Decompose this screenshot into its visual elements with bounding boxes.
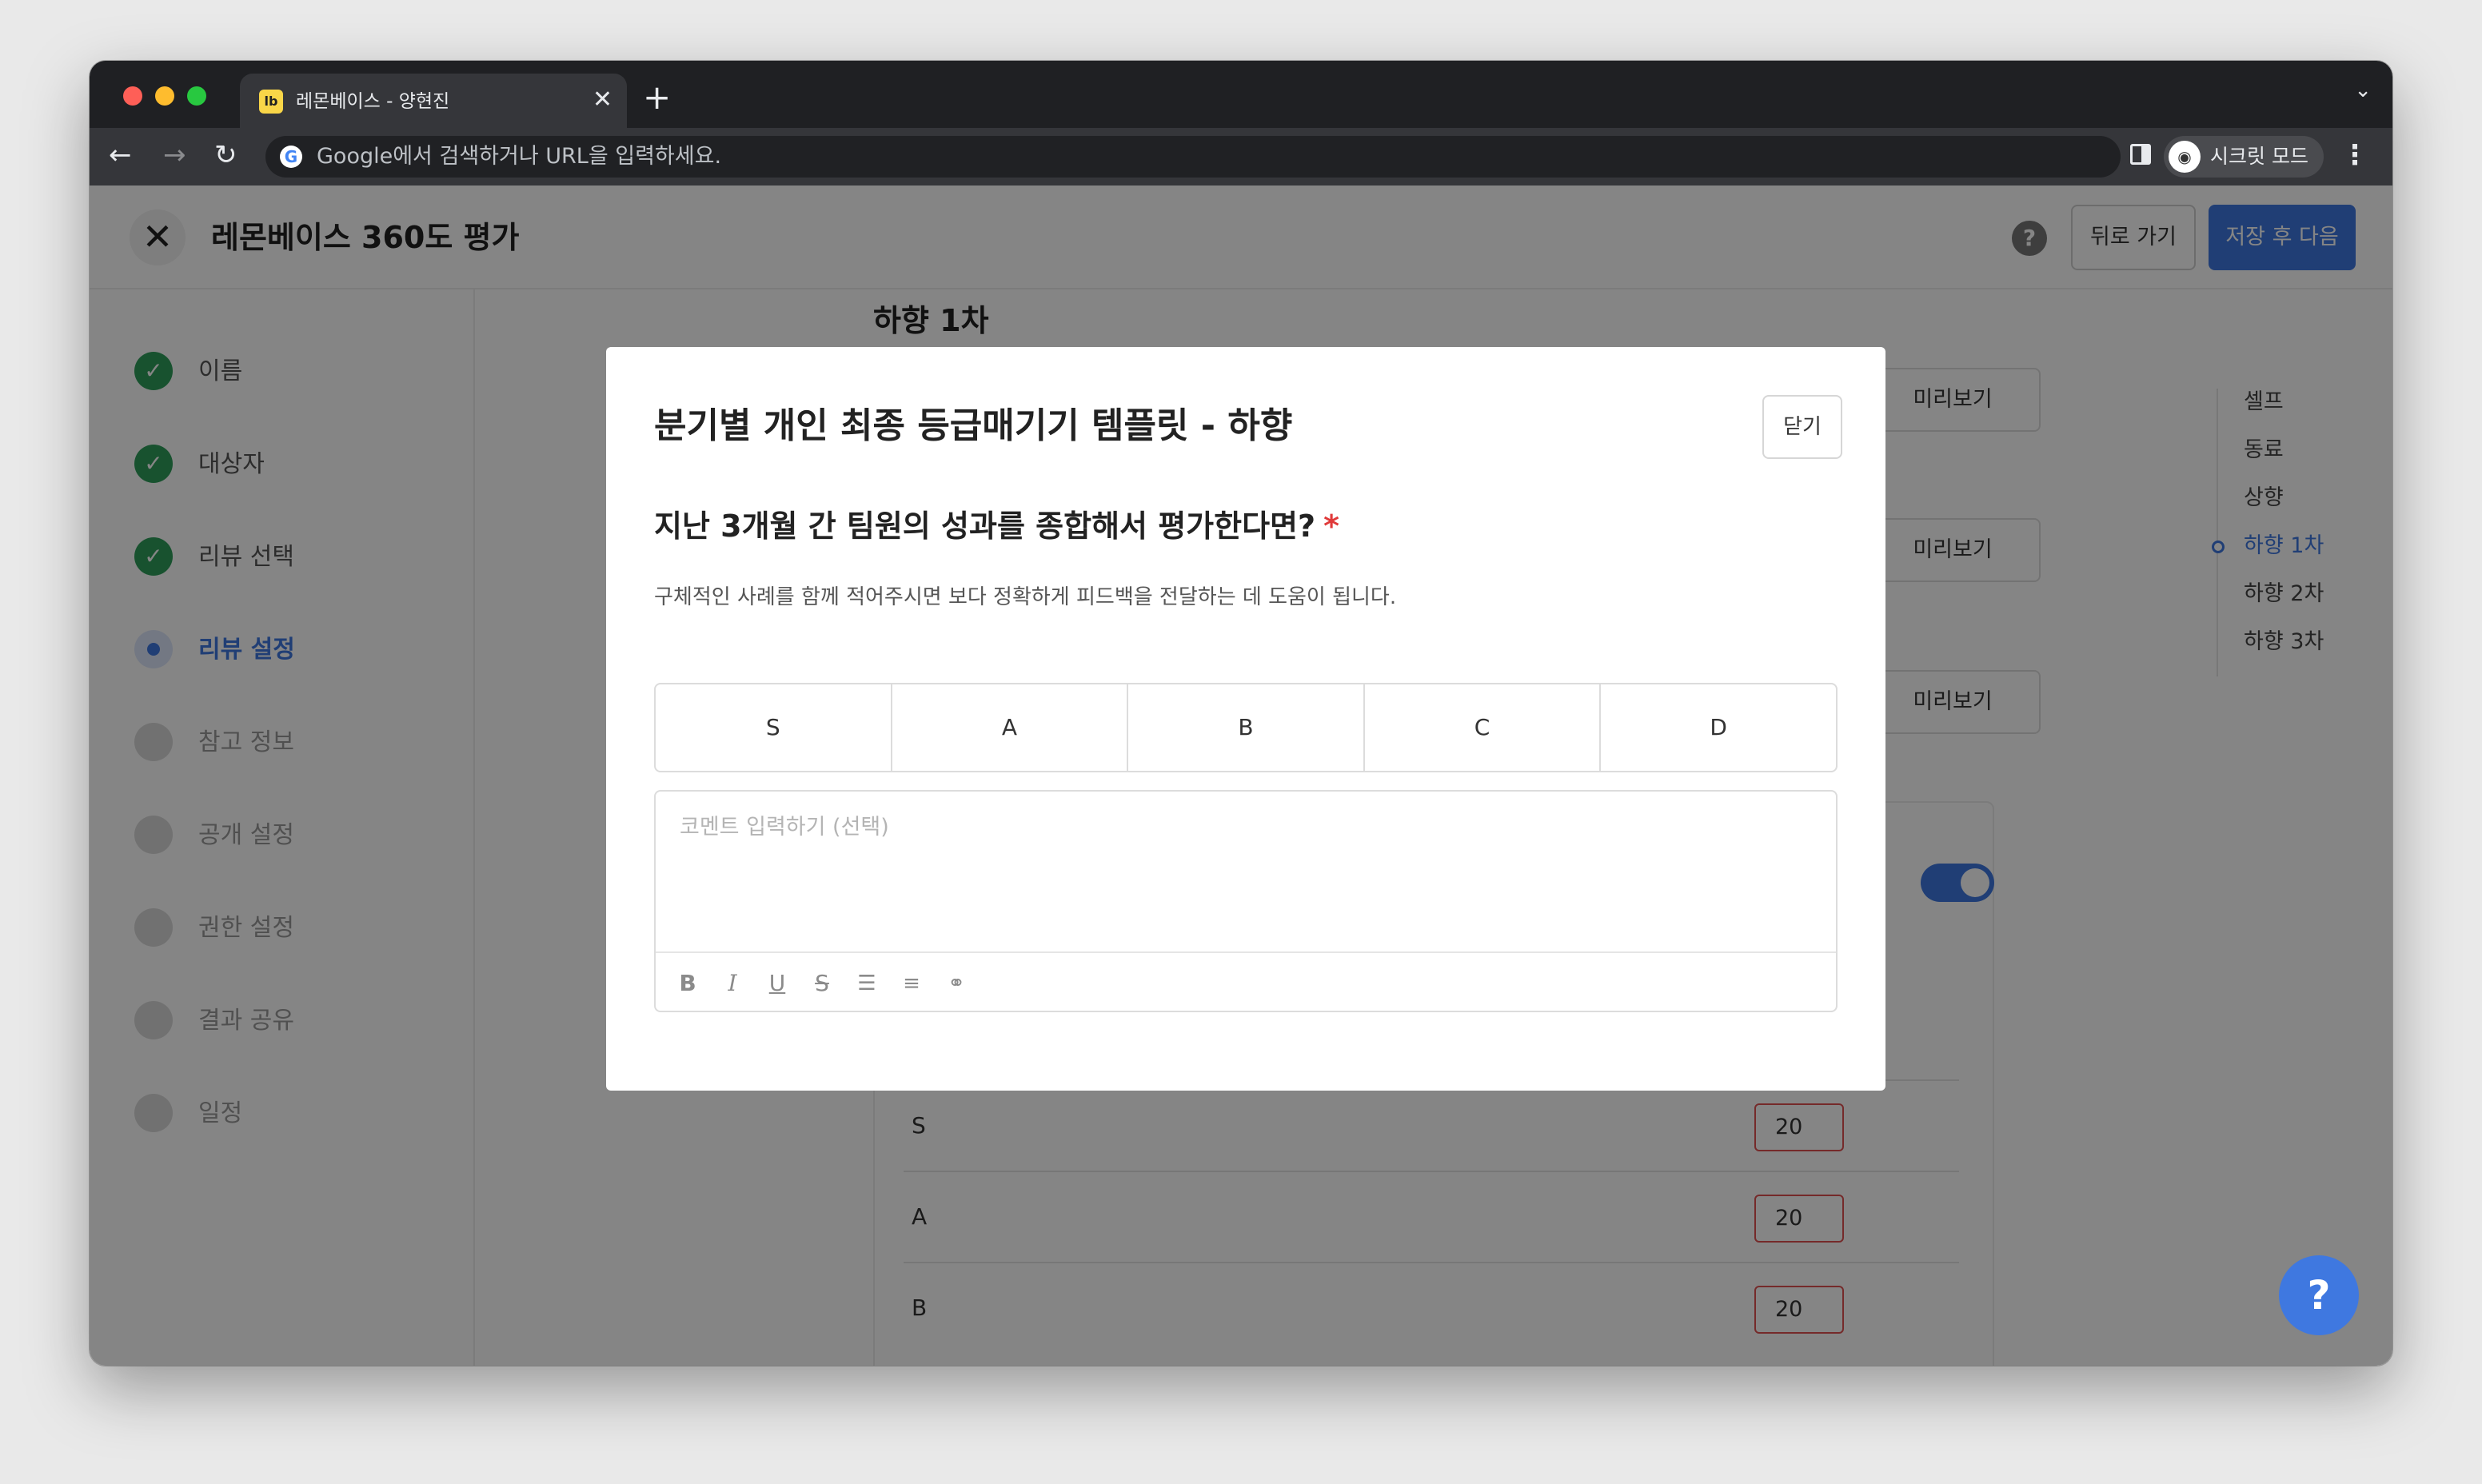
grade-option[interactable]: B [1128,684,1365,771]
grade-option[interactable]: D [1601,684,1836,771]
comment-placeholder: 코멘트 입력하기 (선택) [680,815,889,840]
strikethrough-icon[interactable]: S [806,967,838,999]
browser-window: lb 레몬베이스 - 양현진 ✕ + ⌄ ← → ↻ G Google에서 검색… [90,61,2392,1366]
bold-icon[interactable]: B [672,967,704,999]
more-menu-icon[interactable]: ⋮ [2341,138,2368,173]
lemonbase-favicon-icon: lb [259,90,283,114]
tab-close-icon[interactable]: ✕ [593,86,613,114]
grade-option[interactable]: S [656,684,892,771]
close-window-button[interactable] [123,86,142,106]
incognito-icon: ◉ [2169,141,2201,173]
editor-toolbar: B I U S ☰ ≡ ⚭ [656,951,1836,1012]
chevron-down-icon[interactable]: ⌄ [2354,78,2372,102]
grade-option[interactable]: C [1365,684,1602,771]
address-bar[interactable]: G Google에서 검색하거나 URL을 입력하세요. [265,136,2121,178]
address-bar-placeholder: Google에서 검색하거나 URL을 입력하세요. [317,144,722,169]
google-icon: G [280,146,302,168]
bullet-list-icon[interactable]: ≡ [896,967,928,999]
grade-option[interactable]: A [892,684,1129,771]
question-title: 지난 3개월 간 팀원의 성과를 종합해서 평가한다면? * [654,507,1339,545]
italic-icon[interactable]: I [716,967,748,999]
new-tab-icon[interactable]: + [643,81,671,114]
maximize-window-button[interactable] [187,86,206,106]
grade-options: S A B C D [654,683,1838,772]
modal-close-button[interactable]: 닫기 [1762,395,1842,459]
side-panel-icon[interactable] [2130,144,2151,165]
tab-title: 레몬베이스 - 양현진 [296,91,450,112]
incognito-label: 시크릿 모드 [2210,145,2308,168]
comment-editor[interactable]: 코멘트 입력하기 (선택) B I U S ☰ ≡ ⚭ [654,790,1838,1012]
forward-arrow-icon[interactable]: → [163,139,186,171]
browser-toolbar: ← → ↻ G Google에서 검색하거나 URL을 입력하세요. ◉ 시크릿… [90,128,2392,186]
question-description: 구체적인 사례를 함께 적어주시면 보다 정확하게 피드백을 전달하는 데 도움… [654,585,1397,609]
link-icon[interactable]: ⚭ [940,967,972,999]
reload-icon[interactable]: ↻ [214,139,237,171]
incognito-badge[interactable]: ◉ 시크릿 모드 [2164,136,2324,178]
help-chat-button[interactable]: ? [2279,1255,2359,1335]
back-arrow-icon[interactable]: ← [109,139,132,171]
underline-icon[interactable]: U [761,967,793,999]
modal-title: 분기별 개인 최종 등급매기기 템플릿 - 하향 [654,405,1293,446]
ordered-list-icon[interactable]: ☰ [851,967,883,999]
question-text: 지난 3개월 간 팀원의 성과를 종합해서 평가한다면? [654,509,1316,544]
minimize-window-button[interactable] [155,86,174,106]
template-preview-modal: 분기별 개인 최종 등급매기기 템플릿 - 하향 닫기 지난 3개월 간 팀원의… [606,347,1885,1091]
required-mark: * [1323,509,1339,544]
browser-tab[interactable]: lb 레몬베이스 - 양현진 ✕ [240,74,627,128]
tab-bar: lb 레몬베이스 - 양현진 ✕ + ⌄ [90,61,2392,128]
